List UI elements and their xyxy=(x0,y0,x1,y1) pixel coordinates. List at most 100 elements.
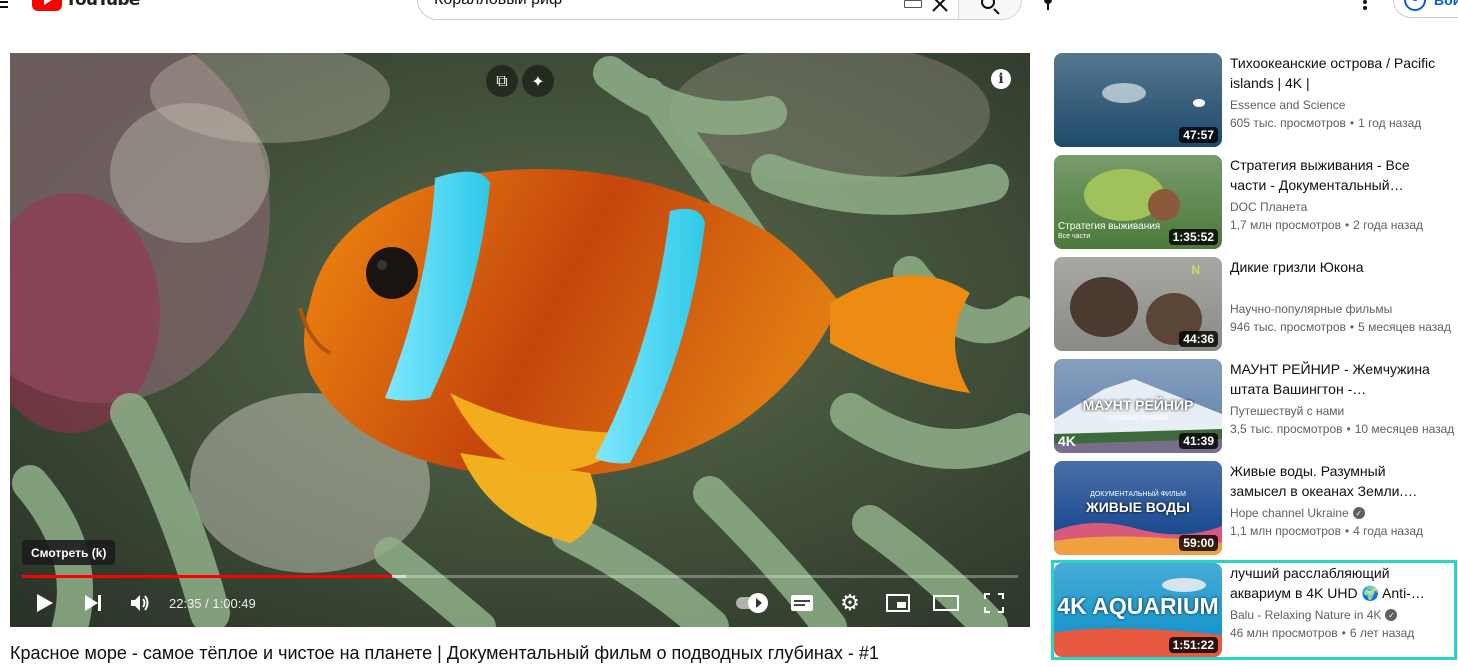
video-duration: 44:36 xyxy=(1179,331,1218,347)
channel-name[interactable]: Balu - Relaxing Nature in 4K xyxy=(1230,608,1381,622)
meta-separator: • xyxy=(1344,524,1350,538)
search-button[interactable] xyxy=(958,0,1022,20)
channel-name[interactable]: Научно-популярные фильмы xyxy=(1230,302,1392,316)
video-duration: 41:39 xyxy=(1179,433,1218,449)
related-video-title[interactable]: МАУНТ РЕЙНИР - Жемчужина штата Вашингтон… xyxy=(1230,359,1440,399)
related-video-title[interactable]: Тихоокеанские острова / Pacific islands … xyxy=(1230,53,1440,93)
current-time: 22:35 xyxy=(169,595,202,611)
time-separator: / xyxy=(201,595,213,611)
theater-mode-icon[interactable] xyxy=(932,583,960,623)
menu-icon[interactable] xyxy=(0,0,14,10)
related-video-channel[interactable]: DOC Планета xyxy=(1230,200,1307,214)
related-video-title[interactable]: Живые воды. Разумный замысел в океанах З… xyxy=(1230,461,1440,501)
masthead: YouTube Войти xyxy=(0,0,1458,24)
related-video-meta: 946 тыс. просмотров • 5 месяцев назад xyxy=(1230,320,1458,334)
user-icon xyxy=(1404,0,1426,11)
related-video-thumbnail[interactable]: N 44:36 xyxy=(1054,257,1222,351)
subtitles-icon[interactable] xyxy=(790,583,814,623)
related-video-meta: 1,1 млн просмотров • 4 года назад xyxy=(1230,524,1458,538)
related-video-channel[interactable]: Hope channel Ukraine ✓ xyxy=(1230,506,1365,520)
meta-separator: • xyxy=(1341,626,1346,640)
logo-text: YouTube xyxy=(65,0,140,10)
related-video-thumbnail[interactable]: 4K AQUARIUM 1:51:22 xyxy=(1054,563,1222,657)
keyboard-icon[interactable] xyxy=(904,0,922,8)
thumbnail-subcaption: Все части xyxy=(1058,233,1091,240)
volume-icon[interactable] xyxy=(128,583,152,623)
related-video-channel[interactable]: Путешествуй с нами xyxy=(1230,404,1344,418)
sign-in-label: Войти xyxy=(1434,0,1458,8)
related-video-channel[interactable]: Essence and Science xyxy=(1230,98,1345,112)
fullscreen-icon[interactable] xyxy=(982,583,1006,623)
thumbnail-subcaption: СПЯЩИЙ ВУЛКАН xyxy=(1107,415,1169,422)
youtube-play-logo-icon xyxy=(32,0,62,11)
progress-played xyxy=(22,575,392,578)
clear-search-icon[interactable] xyxy=(930,0,950,14)
view-count: 1,1 млн просмотров xyxy=(1230,524,1341,538)
next-icon[interactable] xyxy=(82,583,104,623)
autoplay-toggle[interactable] xyxy=(734,583,768,623)
view-count: 1,7 млн просмотров xyxy=(1230,218,1341,232)
video-duration: 59:00 xyxy=(1179,535,1218,551)
channel-name[interactable]: DOC Планета xyxy=(1230,200,1307,214)
thumbnail-caption: Стратегия выживания xyxy=(1058,221,1161,232)
thumbnail-caption: МАУНТ РЕЙНИР xyxy=(1082,397,1194,413)
view-count: 946 тыс. просмотров xyxy=(1230,320,1346,334)
thumbnail-caption: ЖИВЫЕ ВОДЫ xyxy=(1086,499,1190,515)
thumbnail-caption: 4K AQUARIUM xyxy=(1057,593,1219,619)
related-video-item[interactable]: ЖИВЫЕ ВОДЫ ДОКУМЕНТАЛЬНЫЙ ФИЛЬМ 59:00 Живые… xyxy=(1054,461,1454,555)
video-frame xyxy=(10,53,1030,627)
search-input[interactable] xyxy=(434,0,874,19)
upload-age: 4 года назад xyxy=(1353,524,1424,538)
sparkle-icon[interactable]: ✦ xyxy=(522,65,554,97)
channel-name[interactable]: Essence and Science xyxy=(1230,98,1345,112)
thumbnail-badge: N xyxy=(1191,263,1200,277)
related-video-thumbnail[interactable]: ЖИВЫЕ ВОДЫ ДОКУМЕНТАЛЬНЫЙ ФИЛЬМ 59:00 xyxy=(1054,461,1222,555)
related-video-title[interactable]: лучший расслабляющий аквариум в 4K UHD 🌍… xyxy=(1230,563,1440,603)
related-video-thumbnail[interactable]: 47:57 xyxy=(1054,53,1222,147)
related-video-item[interactable]: Стратегия выживания Все части 1:35:52 Страт… xyxy=(1054,155,1454,249)
related-video-channel[interactable]: Научно-популярные фильмы xyxy=(1230,302,1392,316)
related-video-meta: 1,7 млн просмотров • 2 года назад xyxy=(1230,218,1458,232)
view-count: 46 млн просмотров xyxy=(1230,626,1338,640)
related-video-title[interactable]: Стратегия выживания - Все части - Докуме… xyxy=(1230,155,1440,195)
related-video-meta: 3,5 тыс. просмотров • 10 месяцев назад xyxy=(1230,422,1458,436)
related-video-item[interactable]: 4K AQUARIUM 1:51:22 лучший расслабляющий а… xyxy=(1051,560,1457,660)
verified-icon: ✓ xyxy=(1385,609,1398,621)
upload-age: 6 лет назад xyxy=(1349,626,1415,640)
related-video-title[interactable]: Дикие гризли Юкона xyxy=(1230,257,1440,277)
related-video-item[interactable]: N 44:36 Дикие гризли Юкона Научно-популярны… xyxy=(1054,257,1454,351)
playlist-add-icon[interactable]: ⧉ xyxy=(486,65,518,97)
related-video-thumbnail[interactable]: МАУНТ РЕЙНИР СПЯЩИЙ ВУЛКАН 4K 41:39 xyxy=(1054,359,1222,453)
video-player[interactable]: ⧉ ✦ i Смотреть (k) 22:35 / 1:00:49 ⚙ xyxy=(10,53,1030,627)
channel-name[interactable]: Hope channel Ukraine xyxy=(1230,506,1349,520)
video-duration: 47:57 xyxy=(1179,127,1218,143)
sign-in-button[interactable]: Войти xyxy=(1393,0,1458,18)
youtube-logo[interactable]: YouTube xyxy=(32,0,140,12)
channel-name[interactable]: Путешествуй с нами xyxy=(1230,404,1344,418)
upload-age: 5 месяцев назад xyxy=(1358,320,1451,334)
upload-age: 2 года назад xyxy=(1353,218,1424,232)
player-controls: 22:35 / 1:00:49 ⚙ xyxy=(10,583,1030,623)
related-video-item[interactable]: МАУНТ РЕЙНИР СПЯЩИЙ ВУЛКАН 4K 41:39 МАУНТ РЕ… xyxy=(1054,359,1454,453)
meta-separator: • xyxy=(1344,218,1350,232)
total-time: 1:00:49 xyxy=(212,595,256,611)
play-icon[interactable] xyxy=(34,583,56,623)
upload-age: 1 год назад xyxy=(1358,116,1422,130)
related-video-meta: 46 млн просмотров • 6 лет назад xyxy=(1230,626,1458,640)
search-icon xyxy=(981,0,995,9)
related-video-meta: 605 тыс. просмотров • 1 год назад xyxy=(1230,116,1458,130)
verified-icon: ✓ xyxy=(1352,507,1365,519)
play-tooltip: Смотреть (k) xyxy=(22,540,116,565)
settings-icon[interactable]: ⚙ xyxy=(838,583,862,623)
info-icon[interactable]: i xyxy=(991,69,1011,89)
more-options-icon[interactable] xyxy=(1363,0,1367,10)
video-title: Красное море - самое тёплое и чистое на … xyxy=(10,643,879,663)
related-video-thumbnail[interactable]: Стратегия выживания Все части 1:35:52 xyxy=(1054,155,1222,249)
meta-separator: • xyxy=(1349,116,1355,130)
microphone-icon[interactable] xyxy=(1041,0,1055,12)
miniplayer-icon[interactable] xyxy=(885,583,911,623)
related-video-channel[interactable]: Balu - Relaxing Nature in 4K ✓ xyxy=(1230,608,1398,622)
thumbnail-badge: 4K xyxy=(1058,433,1076,449)
related-video-item[interactable]: 47:57 Тихоокеанские острова / Pacific isl… xyxy=(1054,53,1454,147)
progress-bar[interactable] xyxy=(22,575,1018,578)
